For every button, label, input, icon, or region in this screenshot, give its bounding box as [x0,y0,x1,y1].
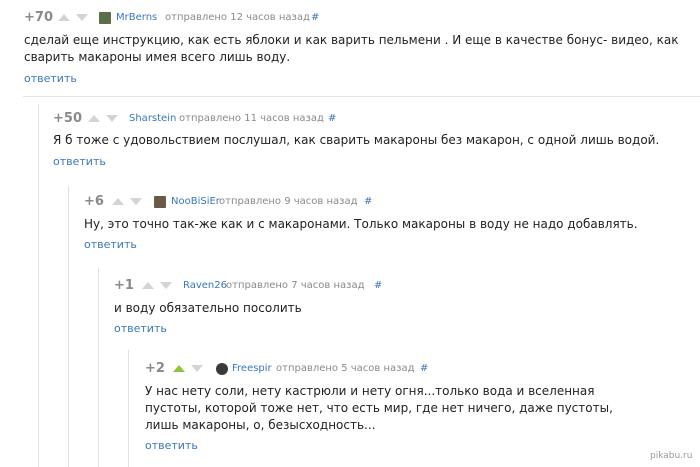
rating-score: +6 [84,194,104,209]
reply-link[interactable]: ответить [53,155,106,168]
downvote-icon[interactable] [76,14,88,21]
thread-line [98,268,99,467]
thread-line [68,186,69,467]
downvote-icon[interactable] [106,115,118,122]
author-link[interactable]: Raven26 [183,280,227,291]
downvote-icon[interactable] [160,282,172,289]
author-link[interactable]: MrBerns [116,12,157,23]
comment-text: Ну, это точно так-же как и с макаронами.… [84,217,638,231]
upvote-icon[interactable] [142,282,154,289]
reply-link[interactable]: ответить [145,439,198,452]
downvote-icon[interactable] [130,198,142,205]
reply-link[interactable]: ответить [84,238,137,251]
timestamp: отправлено 11 часов назад [179,113,324,124]
avatar[interactable] [154,196,166,208]
comment-text: У нас нету соли, нету кастрюли и нету ог… [145,384,613,432]
timestamp: отправлено 7 часов назад [226,280,365,291]
upvote-icon[interactable] [112,198,124,205]
upvote-icon[interactable] [58,14,70,21]
author-link[interactable]: Freespir [232,363,272,374]
timestamp: отправлено 5 часов назад [276,363,415,374]
thread-line [38,104,39,467]
author-link[interactable]: NooBiSiEr [171,196,220,207]
avatar[interactable] [216,363,228,375]
author-link[interactable]: Sharstein [129,113,176,124]
rating-score: +1 [114,278,134,293]
reply-link[interactable]: ответить [114,322,167,335]
reply-link[interactable]: ответить [24,72,77,85]
avatar[interactable] [99,12,111,24]
permalink[interactable]: # [328,113,336,124]
rating-score: +70 [24,10,53,25]
comment-text: сделай еще инструкцию, как есть яблоки и… [24,33,679,64]
permalink[interactable]: # [420,363,428,374]
watermark: pikabu.ru [650,451,693,461]
comment-text: и воду обязательно посолить [114,301,302,315]
permalink[interactable]: # [311,12,319,23]
upvote-icon[interactable] [88,115,100,122]
rating-score: +2 [145,361,165,376]
downvote-icon[interactable] [191,365,203,372]
rating-score: +50 [53,111,82,126]
thread-line [128,350,129,467]
comment-text: Я б тоже с удовольствием послушал, как с… [53,133,660,147]
timestamp: отправлено 9 часов назад [219,196,358,207]
permalink[interactable]: # [364,196,372,207]
timestamp: отправлено 12 часов назад [165,12,310,23]
permalink[interactable]: # [374,280,382,291]
separator [23,96,700,97]
upvote-icon[interactable] [173,365,185,372]
